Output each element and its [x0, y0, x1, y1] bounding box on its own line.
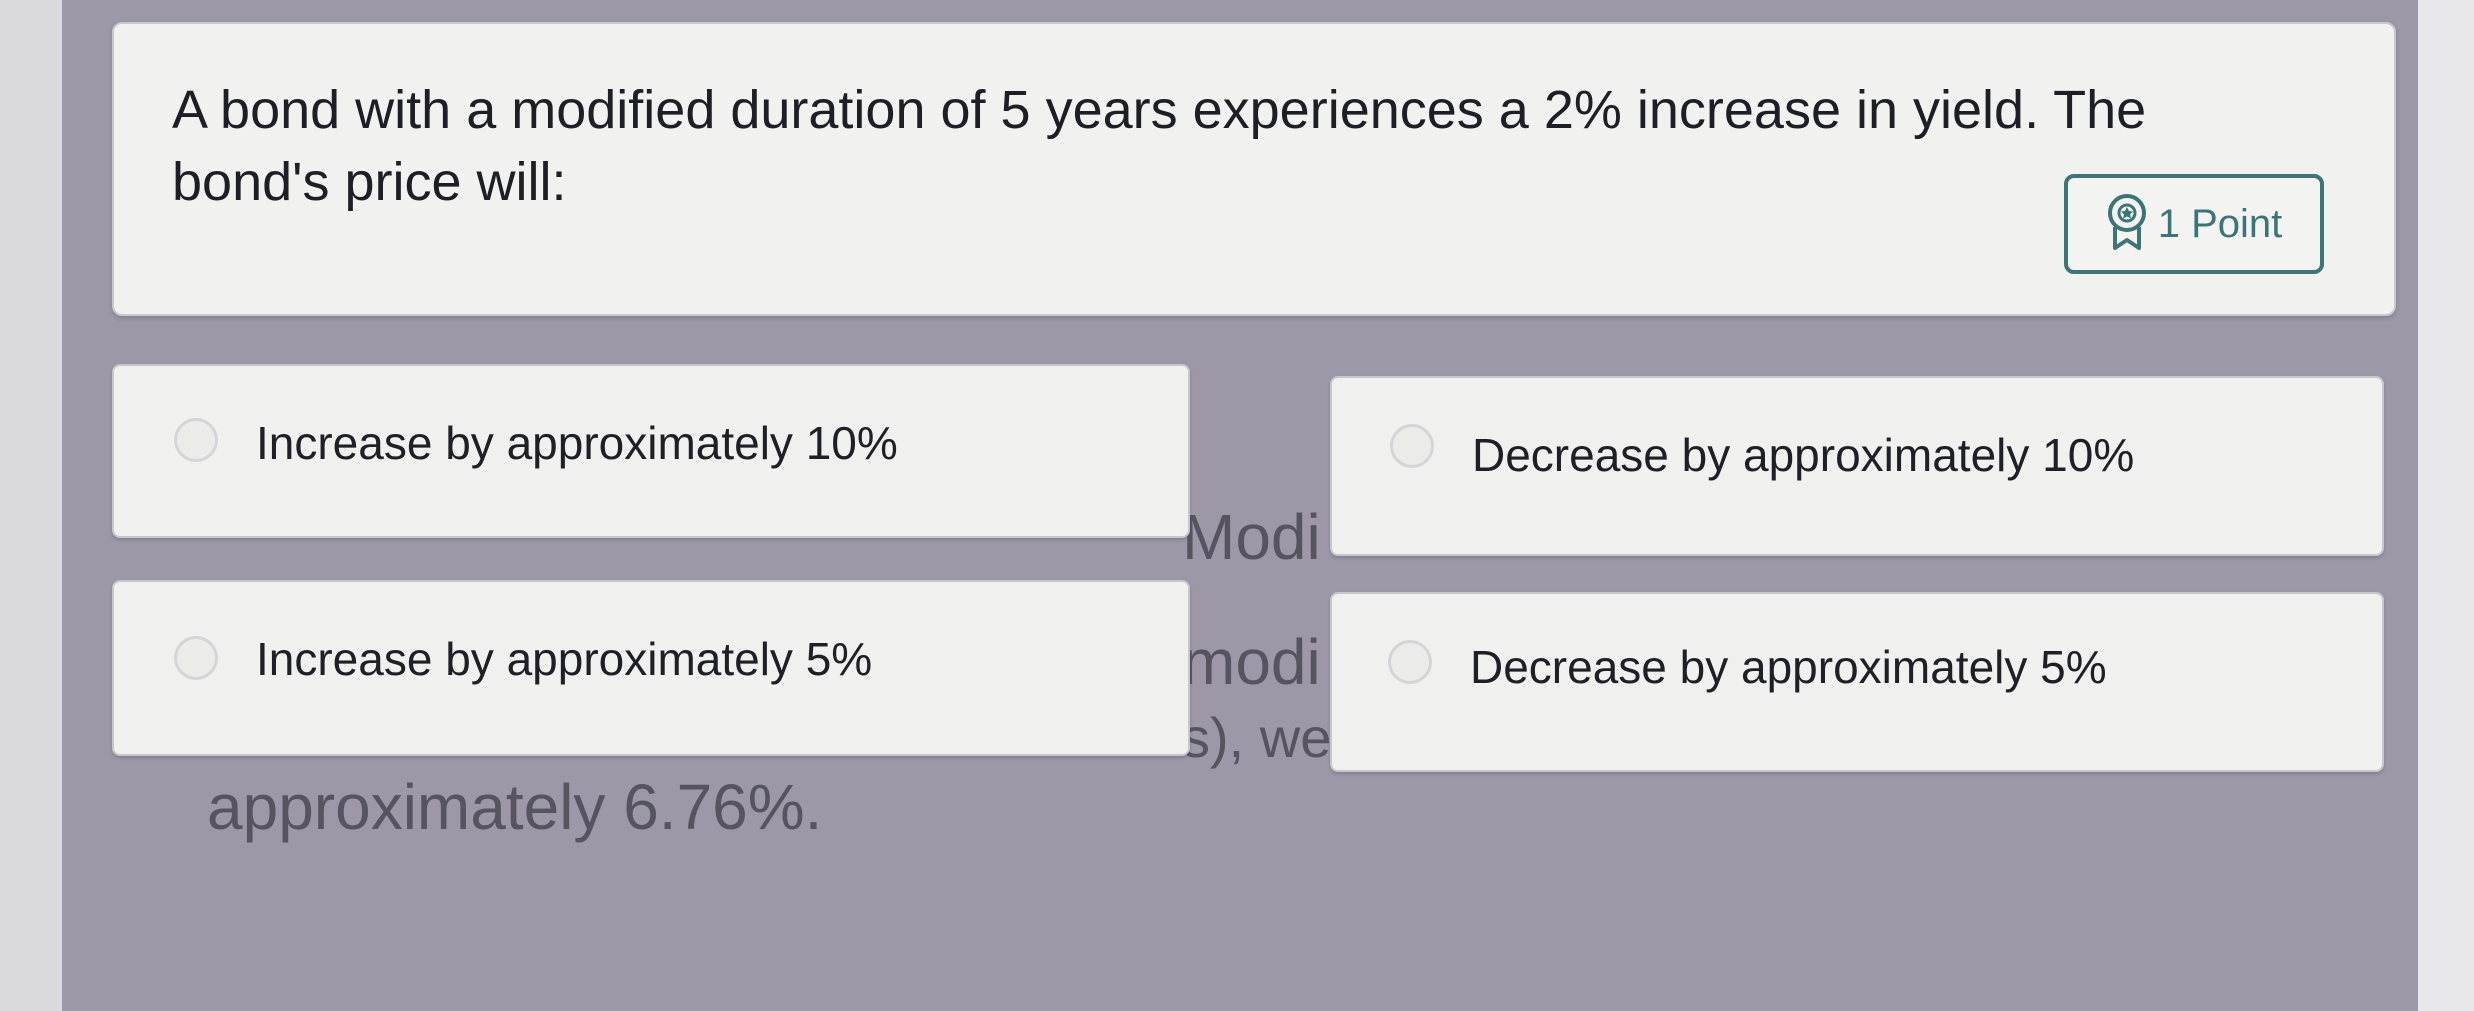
radio-unselected-icon[interactable]	[174, 636, 218, 680]
points-label: 1 Point	[2157, 201, 2283, 246]
explanation-fragment: modi	[1182, 626, 1321, 698]
explanation-fragment: Modi	[1182, 501, 1321, 573]
radio-unselected-icon[interactable]	[1388, 640, 1432, 684]
right-edge	[2418, 0, 2474, 1011]
answer-option-label: Increase by approximately 10%	[256, 417, 898, 469]
answer-option-label: Decrease by approximately 5%	[1470, 641, 2107, 693]
question-text: A bond with a modified duration of 5 yea…	[172, 80, 2147, 212]
answer-option-label: Decrease by approximately 10%	[1472, 429, 2135, 481]
left-sidebar-edge	[0, 0, 65, 1011]
answer-option-4[interactable]: Decrease by approximately 5%	[1330, 592, 2384, 772]
explanation-fragment: s), we	[1182, 706, 1332, 769]
radio-unselected-icon[interactable]	[1390, 424, 1434, 468]
award-ribbon-icon	[2106, 193, 2148, 256]
answer-option-1[interactable]: Increase by approximately 10%	[112, 364, 1190, 538]
radio-unselected-icon[interactable]	[174, 418, 218, 462]
answer-option-3[interactable]: Increase by approximately 5%	[112, 580, 1190, 756]
answer-option-2[interactable]: Decrease by approximately 10%	[1330, 376, 2384, 556]
explanation-text: approximately 6.76%.	[207, 771, 823, 843]
question-card: A bond with a modified duration of 5 yea…	[112, 22, 2396, 316]
answer-option-label: Increase by approximately 5%	[256, 633, 873, 685]
points-badge: 1 Point	[2064, 174, 2324, 274]
